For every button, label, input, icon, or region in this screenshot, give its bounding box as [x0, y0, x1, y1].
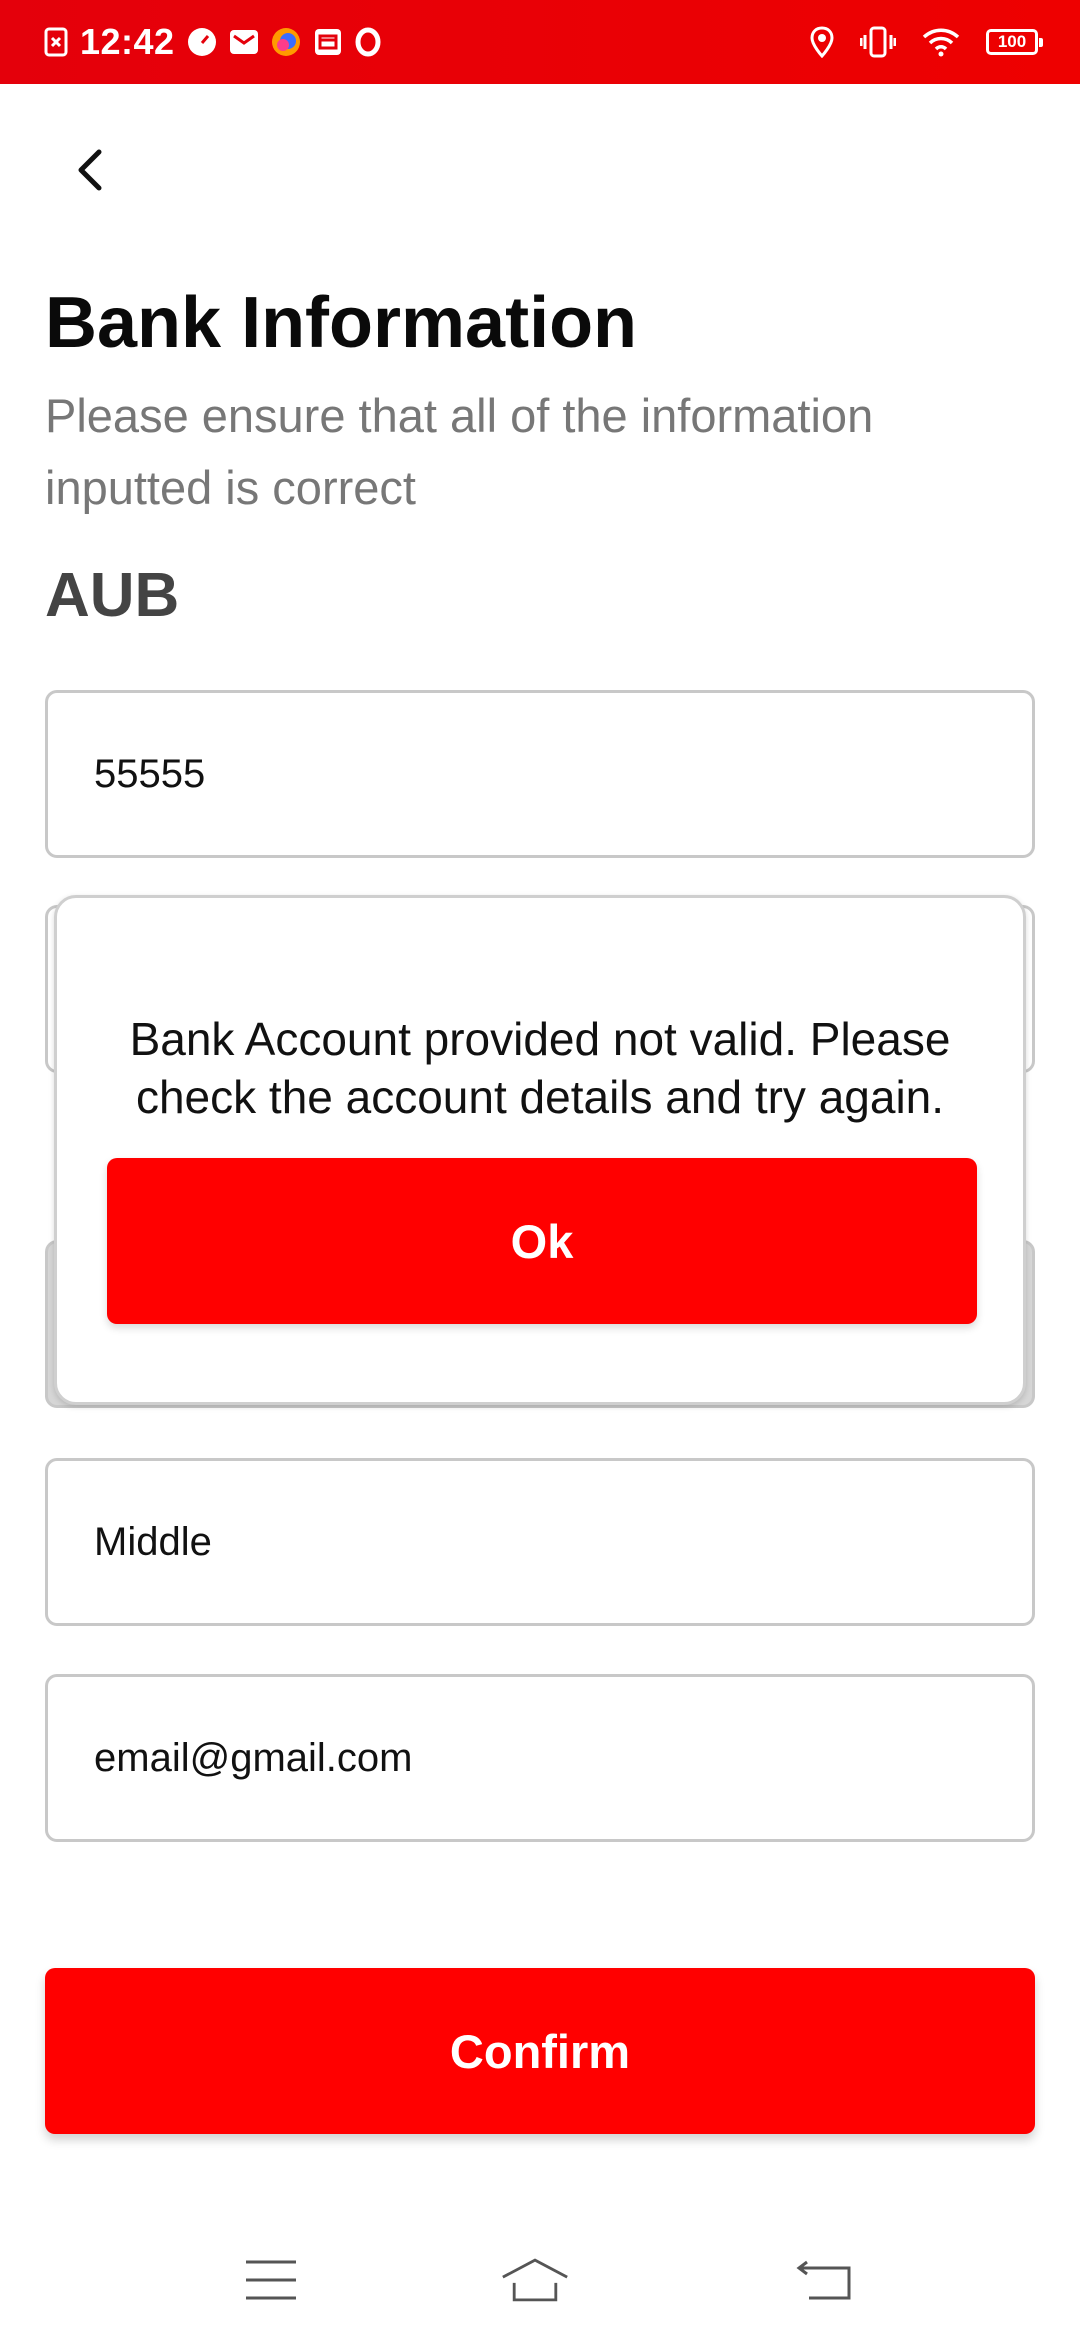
dialog-message: Bank Account provided not valid. Please … — [129, 1013, 951, 1123]
speedometer-icon — [187, 27, 217, 57]
status-bar: 12:42 100 — [0, 0, 1080, 84]
back-button[interactable] — [60, 140, 120, 200]
home-icon — [502, 2258, 568, 2302]
status-time: 12:42 — [80, 21, 175, 62]
battery-icon: 100 — [986, 29, 1043, 55]
menu-button[interactable] — [236, 2250, 306, 2310]
screenshot-icon — [44, 27, 68, 57]
location-icon — [810, 26, 834, 58]
home-button[interactable] — [500, 2250, 570, 2310]
menu-icon — [246, 2260, 296, 2300]
page-subtitle: Please ensure that all of the informatio… — [45, 389, 874, 514]
chevron-left-icon — [78, 149, 102, 191]
browser-icon — [271, 27, 301, 57]
return-icon — [796, 2260, 851, 2300]
back-nav-button[interactable] — [790, 2250, 860, 2310]
page-title: Bank Information — [45, 283, 638, 363]
calendar-icon — [313, 27, 343, 57]
middle-name-field[interactable]: Middle — [45, 1458, 1035, 1626]
account-number-field[interactable]: 55555 — [45, 690, 1035, 858]
opera-icon — [355, 27, 381, 57]
bank-name: AUB — [45, 561, 180, 630]
vibrate-icon — [860, 26, 896, 58]
system-nav-bar — [0, 2220, 1080, 2340]
wifi-icon — [922, 27, 960, 57]
confirm-button[interactable]: Confirm — [45, 1968, 1035, 2134]
email-field[interactable]: email@gmail.com — [45, 1674, 1035, 1842]
ok-button[interactable]: Ok — [107, 1158, 977, 1324]
mail-icon — [229, 28, 259, 56]
error-dialog: Bank Account provided not valid. Please … — [54, 895, 1026, 1405]
